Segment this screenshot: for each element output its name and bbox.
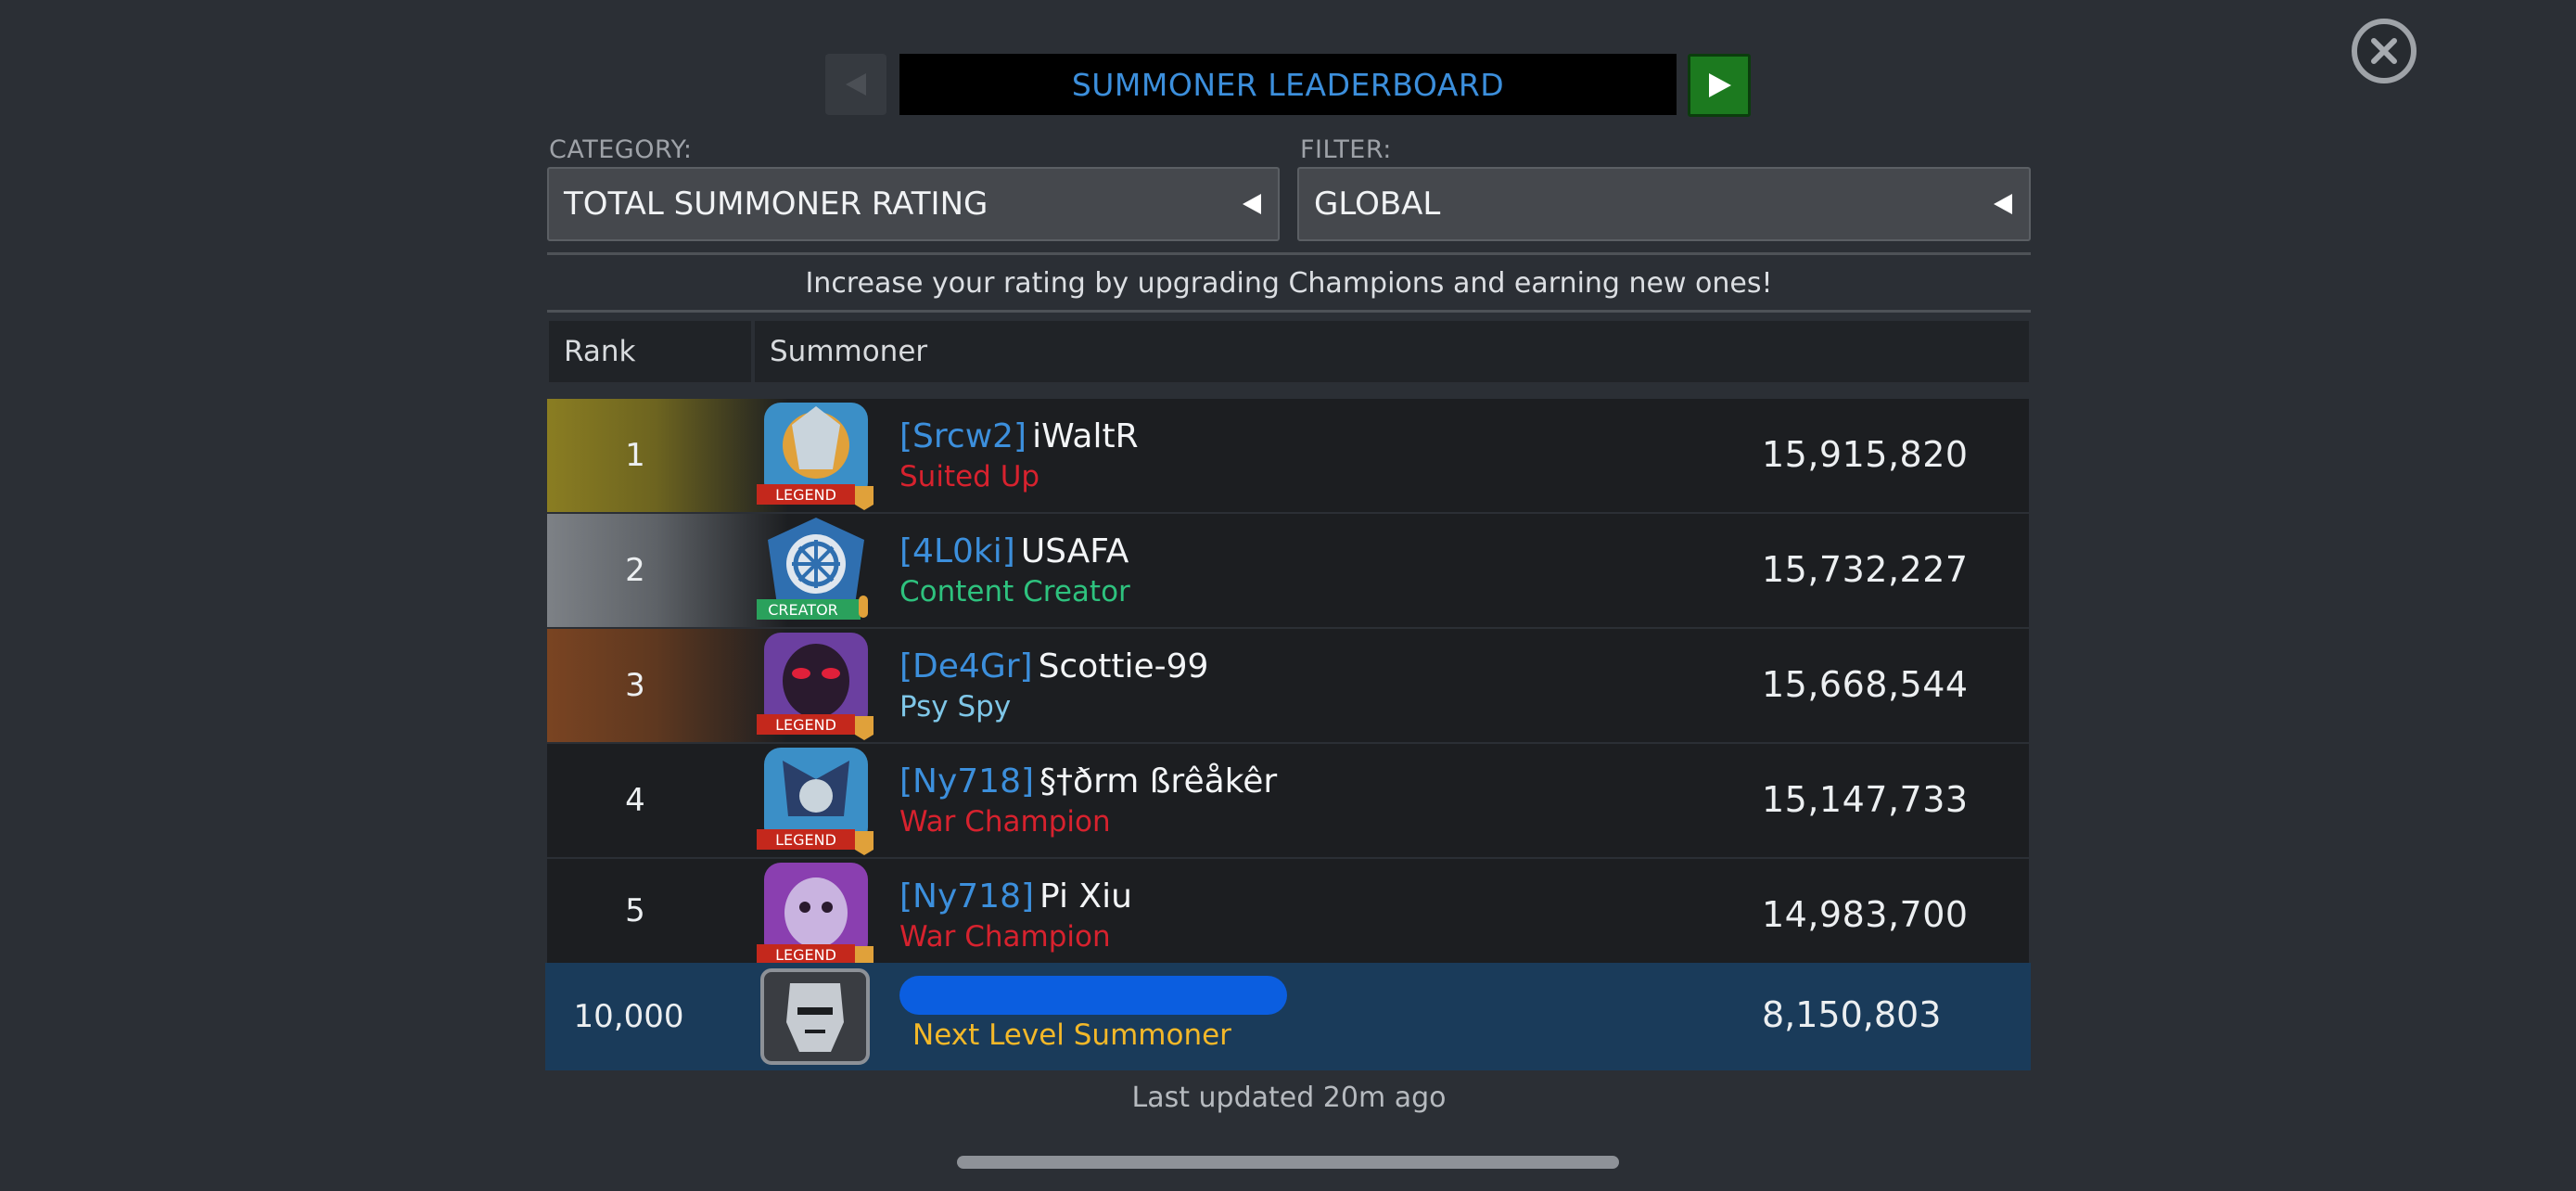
info-text: Increase your rating by upgrading Champi… [805, 267, 1773, 300]
leaderboard-title: SUMMONER LEADERBOARD [1071, 66, 1505, 103]
next-leaderboard-button[interactable] [1688, 54, 1751, 117]
previous-leaderboard-button[interactable] [825, 54, 886, 115]
alliance-tag: [4L0ki] [899, 532, 1015, 570]
rating-value: 15,915,820 [1762, 434, 1969, 475]
badge-text: LEGEND [775, 486, 836, 504]
scrollbar[interactable] [957, 1156, 1619, 1169]
table-row[interactable]: 3 LEGEND [De4Gr] Scottie-99 Psy Spy 15,66… [547, 629, 2029, 742]
summoner-title: War Champion [899, 805, 1111, 839]
summoner-name[interactable]: [Ny718] §†ðrm ßrêåkêr [899, 762, 1277, 800]
alliance-tag: [Ny718] [899, 877, 1035, 916]
player-name: USAFA [1020, 532, 1129, 570]
rank-value: 10,000 [573, 998, 684, 1035]
table-row[interactable]: 4 LEGEND [Ny718] §†ðrm ßrêåkêr War Champi… [547, 744, 2029, 857]
leaderboard-title-box: SUMMONER LEADERBOARD [899, 54, 1677, 115]
divider [547, 252, 2031, 255]
category-dropdown[interactable]: TOTAL SUMMONER RATING [547, 167, 1280, 241]
rating-value: 15,732,227 [1762, 549, 1969, 590]
column-header-summoner: Summoner [755, 321, 2029, 382]
avatar: LEGEND [755, 742, 877, 857]
filter-value: GLOBAL [1314, 186, 1441, 223]
alliance-tag: [De4Gr] [899, 647, 1033, 685]
avatar: LEGEND [755, 627, 877, 742]
rank-value: 1 [625, 437, 645, 474]
dropdown-arrow-icon [1994, 194, 2012, 214]
player-name: §†ðrm ßrêåkêr [1039, 762, 1278, 800]
alliance-tag: [Ny718] [899, 762, 1035, 800]
rank-value: 3 [625, 667, 645, 704]
avatar: CREATOR [755, 512, 877, 627]
summoner-name[interactable]: [Ny718] Pi Xiu [899, 877, 1132, 916]
summoner-name[interactable]: [De4Gr] Scottie-99 [899, 647, 1208, 685]
summoner-title: Suited Up [899, 460, 1040, 493]
rating-value: 15,668,544 [1762, 664, 1969, 705]
last-updated-text: Last updated 20m ago [1131, 1082, 1447, 1114]
right-arrow-icon [1709, 73, 1731, 97]
alliance-tag: [Srcw2] [899, 417, 1027, 455]
dropdown-arrow-icon [1243, 194, 1261, 214]
summoner-name[interactable]: [Srcw2] iWaltR [899, 417, 1139, 455]
category-value: TOTAL SUMMONER RATING [564, 186, 988, 223]
avatar [759, 967, 872, 1067]
avatar: LEGEND [755, 857, 877, 970]
rank-value: 5 [625, 892, 645, 929]
player-name: Scottie-99 [1038, 647, 1209, 685]
summoner-title: War Champion [899, 920, 1111, 954]
badge-text: LEGEND [775, 946, 836, 964]
left-arrow-icon [846, 73, 866, 96]
player-name: iWaltR [1032, 417, 1139, 455]
table-row[interactable]: 1 LEGEND [Srcw2] iWaltR Suited Up 15,915,… [547, 399, 2029, 512]
summoner-name[interactable]: [4L0ki] USAFA [899, 532, 1129, 570]
rating-value: 8,150,803 [1762, 994, 1942, 1035]
badge-text: CREATOR [768, 601, 838, 619]
summoner-title: Content Creator [899, 575, 1130, 608]
summoner-title: Next Level Summoner [912, 1018, 1231, 1052]
rank-value: 2 [625, 552, 645, 589]
badge-text: LEGEND [775, 831, 836, 849]
filter-dropdown[interactable]: GLOBAL [1297, 167, 2031, 241]
player-name: Pi Xiu [1039, 877, 1132, 916]
close-icon [2371, 38, 2397, 64]
rating-value: 14,983,700 [1762, 894, 1969, 935]
filter-label: FILTER: [1300, 135, 1392, 164]
table-row[interactable]: 5 LEGEND [Ny718] Pi Xiu War Champion 14,9… [547, 857, 2029, 970]
badge-text: LEGEND [775, 716, 836, 734]
divider [547, 310, 2031, 313]
avatar: LEGEND [755, 397, 877, 512]
rating-value: 15,147,733 [1762, 779, 1969, 820]
category-label: CATEGORY: [549, 135, 693, 164]
rank-value: 4 [625, 782, 645, 819]
summoner-title: Psy Spy [899, 690, 1012, 724]
current-summoner-row[interactable]: 10,000 Next Level Summoner 8,150,803 [545, 963, 2031, 1070]
close-button[interactable] [2352, 19, 2417, 83]
table-row[interactable]: 2 CREATOR [4L0ki] USAFA Content Creator 1… [547, 514, 2029, 627]
column-header-rank: Rank [549, 321, 751, 382]
redacted-name [899, 976, 1287, 1015]
